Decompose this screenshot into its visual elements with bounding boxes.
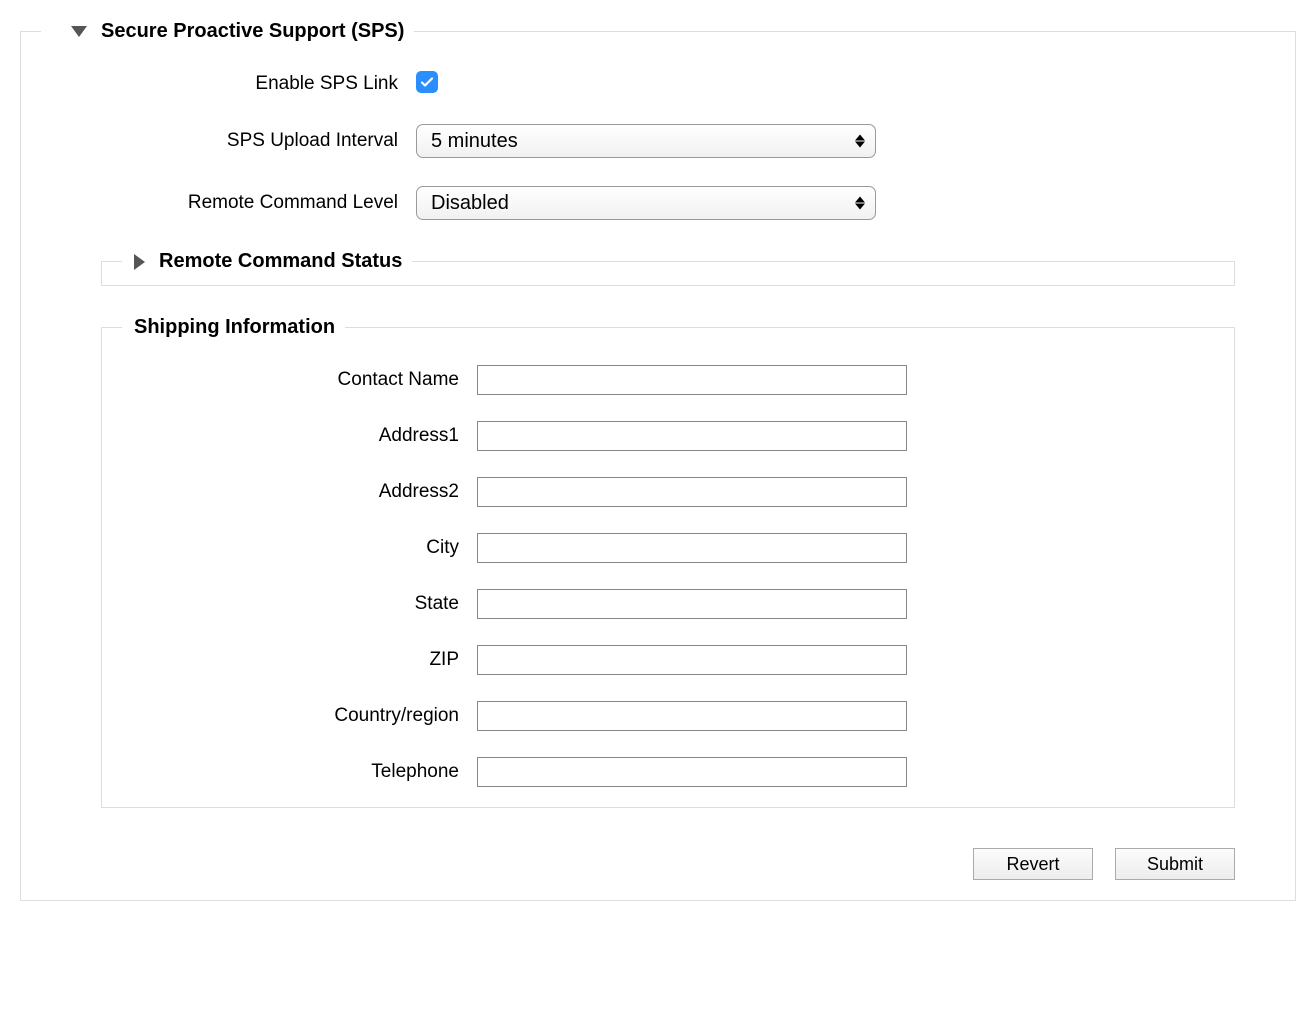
remote-command-status-section: Remote Command Status: [101, 250, 1235, 286]
remote-level-row: Remote Command Level Disabled: [41, 186, 1275, 220]
enable-sps-checkbox[interactable]: [416, 71, 438, 93]
remote-level-label: Remote Command Level: [41, 192, 416, 214]
disclosure-right-icon: [134, 254, 145, 270]
address2-row: Address2: [122, 477, 1214, 507]
zip-label: ZIP: [122, 649, 477, 671]
disclosure-down-icon: [71, 26, 87, 37]
city-label: City: [122, 537, 477, 559]
shipping-section-title: Shipping Information: [134, 316, 335, 339]
sps-section-title: Secure Proactive Support (SPS): [101, 20, 404, 43]
remote-level-select[interactable]: Disabled: [416, 186, 876, 220]
select-arrows-icon: [855, 197, 865, 210]
state-label: State: [122, 593, 477, 615]
city-input[interactable]: [477, 533, 907, 563]
enable-sps-row: Enable SPS Link: [41, 71, 1275, 96]
sps-section: Secure Proactive Support (SPS) Enable SP…: [20, 20, 1296, 901]
select-arrows-icon: [855, 135, 865, 148]
telephone-row: Telephone: [122, 757, 1214, 787]
checkmark-icon: [419, 74, 435, 90]
telephone-label: Telephone: [122, 761, 477, 783]
address2-label: Address2: [122, 481, 477, 503]
contact-name-label: Contact Name: [122, 369, 477, 391]
address1-label: Address1: [122, 425, 477, 447]
submit-button[interactable]: Submit: [1115, 848, 1235, 880]
telephone-input[interactable]: [477, 757, 907, 787]
address2-input[interactable]: [477, 477, 907, 507]
remote-command-status-header[interactable]: Remote Command Status: [122, 250, 412, 273]
zip-input[interactable]: [477, 645, 907, 675]
revert-button[interactable]: Revert: [973, 848, 1093, 880]
address1-input[interactable]: [477, 421, 907, 451]
remote-level-value: Disabled: [431, 192, 509, 215]
country-label: Country/region: [122, 705, 477, 727]
zip-row: ZIP: [122, 645, 1214, 675]
upload-interval-select[interactable]: 5 minutes: [416, 124, 876, 158]
button-bar: Revert Submit: [41, 848, 1275, 880]
state-row: State: [122, 589, 1214, 619]
country-input[interactable]: [477, 701, 907, 731]
upload-interval-value: 5 minutes: [431, 130, 518, 153]
remote-command-status-title: Remote Command Status: [159, 250, 402, 273]
state-input[interactable]: [477, 589, 907, 619]
enable-sps-label: Enable SPS Link: [41, 73, 416, 95]
upload-interval-label: SPS Upload Interval: [41, 130, 416, 152]
city-row: City: [122, 533, 1214, 563]
sps-section-header[interactable]: Secure Proactive Support (SPS): [41, 20, 414, 43]
upload-interval-row: SPS Upload Interval 5 minutes: [41, 124, 1275, 158]
shipping-section-header: Shipping Information: [122, 316, 345, 339]
country-row: Country/region: [122, 701, 1214, 731]
contact-name-row: Contact Name: [122, 365, 1214, 395]
contact-name-input[interactable]: [477, 365, 907, 395]
address1-row: Address1: [122, 421, 1214, 451]
shipping-section: Shipping Information Contact Name Addres…: [101, 316, 1235, 808]
